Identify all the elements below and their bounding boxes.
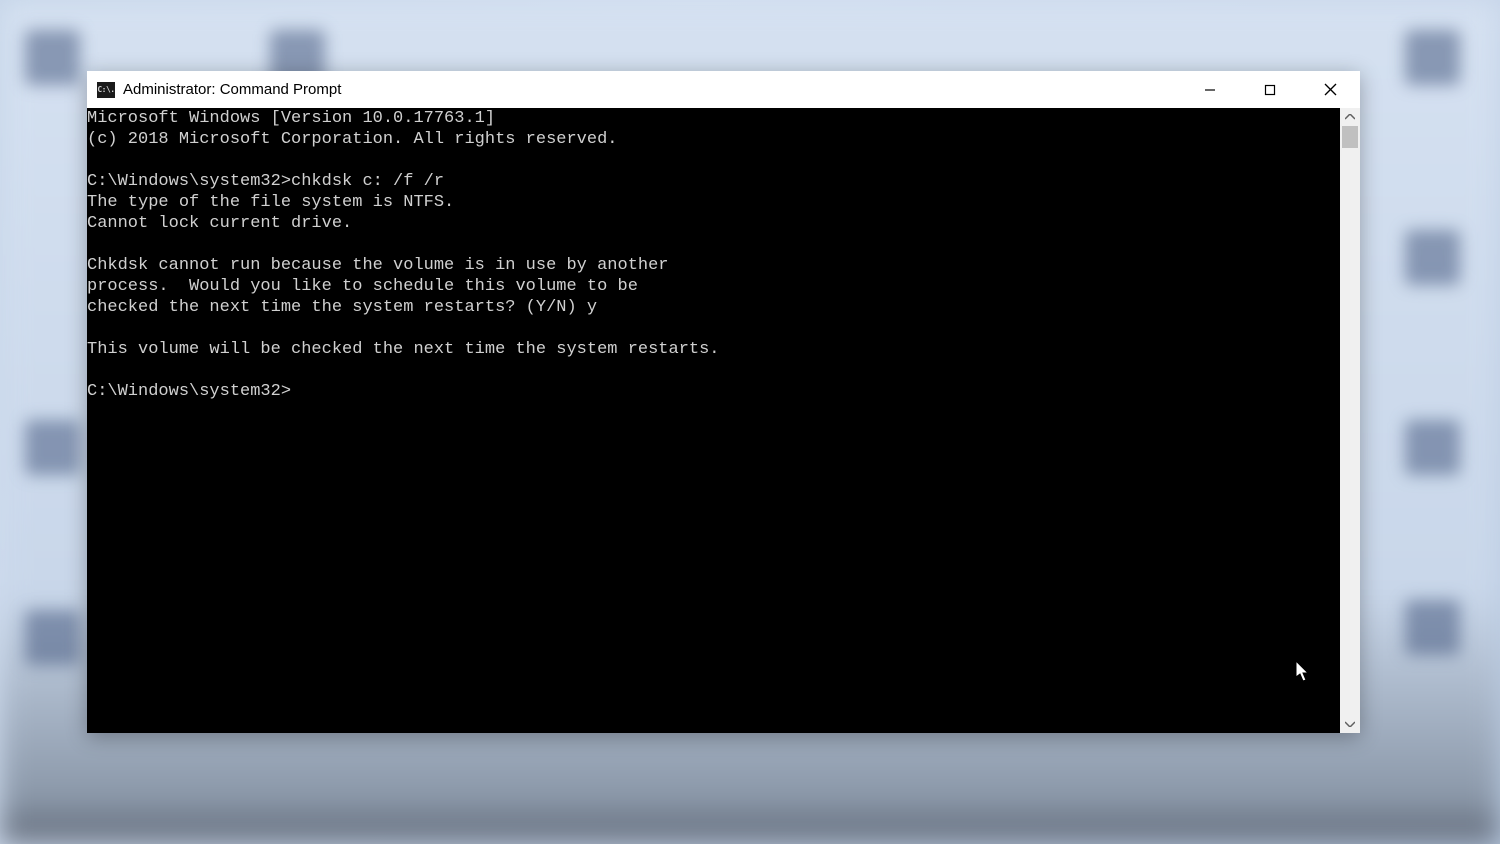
close-button[interactable] xyxy=(1300,71,1360,108)
scroll-up-button[interactable] xyxy=(1340,108,1360,126)
maximize-button[interactable] xyxy=(1240,71,1300,108)
window-icon-text: C:\. xyxy=(97,85,114,94)
desktop-icon xyxy=(1405,230,1460,285)
close-icon xyxy=(1324,83,1337,96)
terminal-output: Microsoft Windows [Version 10.0.17763.1]… xyxy=(87,108,720,402)
scrollbar[interactable] xyxy=(1340,108,1360,733)
window-controls xyxy=(1180,71,1360,108)
window-icon: C:\. xyxy=(97,82,115,98)
command-prompt-window: C:\. Administrator: Command Prompt Micro… xyxy=(87,71,1360,733)
desktop-icon xyxy=(25,30,80,85)
titlebar[interactable]: C:\. Administrator: Command Prompt xyxy=(87,71,1360,108)
terminal-content[interactable]: Microsoft Windows [Version 10.0.17763.1]… xyxy=(87,108,1340,733)
desktop-icon xyxy=(25,610,80,665)
scroll-thumb[interactable] xyxy=(1342,126,1358,148)
window-title: Administrator: Command Prompt xyxy=(123,81,341,98)
desktop-icon xyxy=(1405,420,1460,475)
chevron-down-icon xyxy=(1345,721,1355,727)
chevron-up-icon xyxy=(1345,114,1355,120)
minimize-button[interactable] xyxy=(1180,71,1240,108)
minimize-icon xyxy=(1204,84,1216,96)
scroll-track[interactable] xyxy=(1340,126,1360,715)
scroll-down-button[interactable] xyxy=(1340,715,1360,733)
desktop-icon xyxy=(1405,600,1460,655)
desktop-icon xyxy=(25,420,80,475)
desktop-icon xyxy=(1405,30,1460,85)
terminal-body: Microsoft Windows [Version 10.0.17763.1]… xyxy=(87,108,1360,733)
maximize-icon xyxy=(1264,84,1276,96)
